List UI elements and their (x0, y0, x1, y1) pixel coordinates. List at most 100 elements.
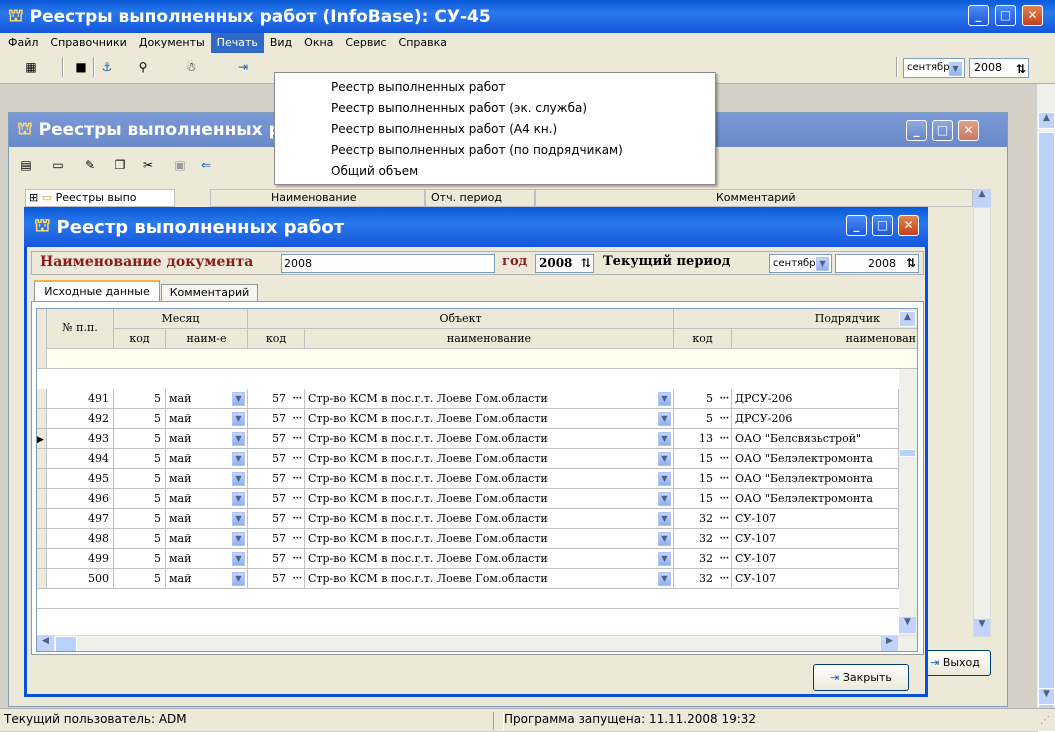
filter-row[interactable] (47, 349, 917, 369)
cell-num[interactable]: 491 (47, 389, 114, 409)
cell-month-name[interactable]: май ▼ (166, 409, 248, 429)
tab-comment[interactable]: Комментарий (161, 284, 258, 302)
cell-num[interactable]: 492 (47, 409, 114, 429)
chevron-down-icon[interactable]: ▼ (232, 512, 245, 526)
cell-contractor-name[interactable]: ОАО "Белэлектромонта (732, 449, 899, 469)
cell-num[interactable]: 499 (47, 549, 114, 569)
cell-contractor-code[interactable]: 15 ··· (674, 489, 732, 509)
row-indicator[interactable] (37, 449, 47, 469)
grid-vscrollbar[interactable]: ▼ (899, 369, 917, 635)
users-icon[interactable]: ☃ (180, 57, 202, 77)
year-spinner[interactable]: 2008 ⇅ (969, 58, 1029, 78)
cell-object-code[interactable]: 57 ··· (248, 529, 305, 549)
cell-contractor-name[interactable]: ОАО "Белсвязьстрой" (732, 429, 899, 449)
cell-contractor-code[interactable]: 5 ··· (674, 409, 732, 429)
column-header-period[interactable]: Отч. период (425, 189, 535, 207)
ellipsis-button[interactable]: ··· (720, 509, 729, 528)
row-indicator[interactable] (37, 389, 47, 409)
scroll-left-button[interactable]: ◀ (37, 636, 54, 651)
cell-contractor-code[interactable]: 5 ··· (674, 389, 732, 409)
header-contractor-code[interactable]: код (674, 329, 732, 349)
ellipsis-button[interactable]: ··· (720, 409, 729, 428)
chevron-down-icon[interactable]: ▼ (232, 532, 245, 546)
cell-contractor-code[interactable]: 15 ··· (674, 469, 732, 489)
cell-num[interactable]: 500 (47, 569, 114, 589)
chevron-down-icon[interactable]: ▼ (232, 432, 245, 446)
chevron-down-icon[interactable]: ▼ (232, 552, 245, 566)
row-indicator[interactable] (37, 469, 47, 489)
row-indicator[interactable] (37, 489, 47, 509)
cell-contractor-name[interactable]: СУ-107 (732, 509, 899, 529)
cell-object-code[interactable]: 57 ··· (248, 429, 305, 449)
calculator-icon[interactable]: ▦ (20, 57, 42, 77)
exit-button[interactable]: ⇥ Выход (919, 650, 991, 676)
cell-num[interactable]: 494 (47, 449, 114, 469)
cell-contractor-name[interactable]: СУ-107 (732, 569, 899, 589)
cell-contractor-name[interactable]: ОАО "Белэлектромонта (732, 469, 899, 489)
doc-name-input[interactable]: 2008 (281, 254, 495, 273)
edit-icon[interactable]: ✎ (79, 155, 101, 175)
ellipsis-button[interactable]: ··· (293, 509, 302, 528)
year-spinner[interactable]: 2008 ⇅ (535, 254, 594, 273)
maximize-button[interactable]: □ (872, 215, 893, 236)
ellipsis-button[interactable]: ··· (720, 449, 729, 468)
cell-contractor-code[interactable]: 32 ··· (674, 529, 732, 549)
ellipsis-button[interactable]: ··· (720, 549, 729, 568)
menu-documents[interactable]: Документы (133, 33, 211, 53)
tab-source-data[interactable]: Исходные данные (34, 280, 160, 302)
cell-object-code[interactable]: 57 ··· (248, 469, 305, 489)
cell-object-name[interactable]: Стр-во КСМ в пос.г.т. Лоеве Гом.области ▼ (305, 469, 674, 489)
cell-month-code[interactable]: 5 (114, 569, 166, 589)
chevron-down-icon[interactable]: ▼ (658, 572, 671, 586)
cell-object-code[interactable]: 57 ··· (248, 569, 305, 589)
chevron-down-icon[interactable]: ▼ (232, 572, 245, 586)
header-month-name[interactable]: наим-е (166, 329, 248, 349)
minimize-button[interactable]: _ (846, 215, 867, 236)
cell-month-name[interactable]: май ▼ (166, 429, 248, 449)
back-arrow-icon[interactable]: ⇐ (195, 155, 217, 175)
resize-grip-icon[interactable]: ⋰ (1040, 715, 1050, 726)
cell-contractor-code[interactable]: 32 ··· (674, 549, 732, 569)
cell-month-name[interactable]: май ▼ (166, 449, 248, 469)
menu-item-total-volume[interactable]: Общий объем (275, 161, 715, 181)
exit-door-icon[interactable]: ⇥ (232, 57, 254, 77)
menu-item-registry-contractors[interactable]: Реестр выполненных работ (по подрядчикам… (275, 140, 715, 161)
cell-object-name[interactable]: Стр-во КСМ в пос.г.т. Лоеве Гом.области ▼ (305, 449, 674, 469)
scroll-down-button[interactable]: ▼ (1038, 688, 1055, 705)
menu-help[interactable]: Справка (393, 33, 453, 53)
ellipsis-button[interactable]: ··· (293, 529, 302, 548)
cell-contractor-code[interactable]: 32 ··· (674, 569, 732, 589)
cell-object-name[interactable]: Стр-во КСМ в пос.г.т. Лоеве Гом.области ▼ (305, 569, 674, 589)
close-button[interactable]: ✕ (1022, 5, 1043, 26)
close-button[interactable]: ✕ (958, 120, 979, 141)
menu-service[interactable]: Сервис (339, 33, 392, 53)
menu-item-registry[interactable]: Реестр выполненных работ (275, 77, 715, 98)
cell-contractor-code[interactable]: 32 ··· (674, 509, 732, 529)
scroll-down-button[interactable]: ▼ (899, 617, 916, 633)
cell-contractor-name[interactable]: СУ-107 (732, 549, 899, 569)
cell-object-code[interactable]: 57 ··· (248, 509, 305, 529)
menu-print[interactable]: Печать (210, 33, 264, 53)
ellipsis-button[interactable]: ··· (293, 429, 302, 448)
cell-object-name[interactable]: Стр-во КСМ в пос.г.т. Лоеве Гом.области ▼ (305, 489, 674, 509)
chevron-down-icon[interactable]: ▼ (658, 412, 671, 426)
cell-object-name[interactable]: Стр-во КСМ в пос.г.т. Лоеве Гом.области ▼ (305, 529, 674, 549)
cell-month-code[interactable]: 5 (114, 389, 166, 409)
header-month[interactable]: Месяц (114, 309, 248, 329)
cell-contractor-code[interactable]: 13 ··· (674, 429, 732, 449)
maximize-button[interactable]: □ (932, 120, 953, 141)
cell-month-name[interactable]: май ▼ (166, 509, 248, 529)
main-scrollbar[interactable]: ▲ ▼ (1036, 84, 1055, 732)
header-num[interactable]: № п.п. (47, 309, 114, 349)
cell-object-code[interactable]: 57 ··· (248, 409, 305, 429)
cell-month-code[interactable]: 5 (114, 549, 166, 569)
cell-object-name[interactable]: Стр-во КСМ в пос.г.т. Лоеве Гом.области ▼ (305, 429, 674, 449)
cell-object-name[interactable]: Стр-во КСМ в пос.г.т. Лоеве Гом.области ▼ (305, 409, 674, 429)
header-object-name[interactable]: наименование (305, 329, 674, 349)
cell-num[interactable]: 495 (47, 469, 114, 489)
chevron-down-icon[interactable]: ▼ (658, 432, 671, 446)
cell-contractor-code[interactable]: 15 ··· (674, 449, 732, 469)
period-year-spinner[interactable]: 2008 ⇅ (835, 254, 919, 273)
cell-month-name[interactable]: май ▼ (166, 389, 248, 409)
cell-object-code[interactable]: 57 ··· (248, 389, 305, 409)
